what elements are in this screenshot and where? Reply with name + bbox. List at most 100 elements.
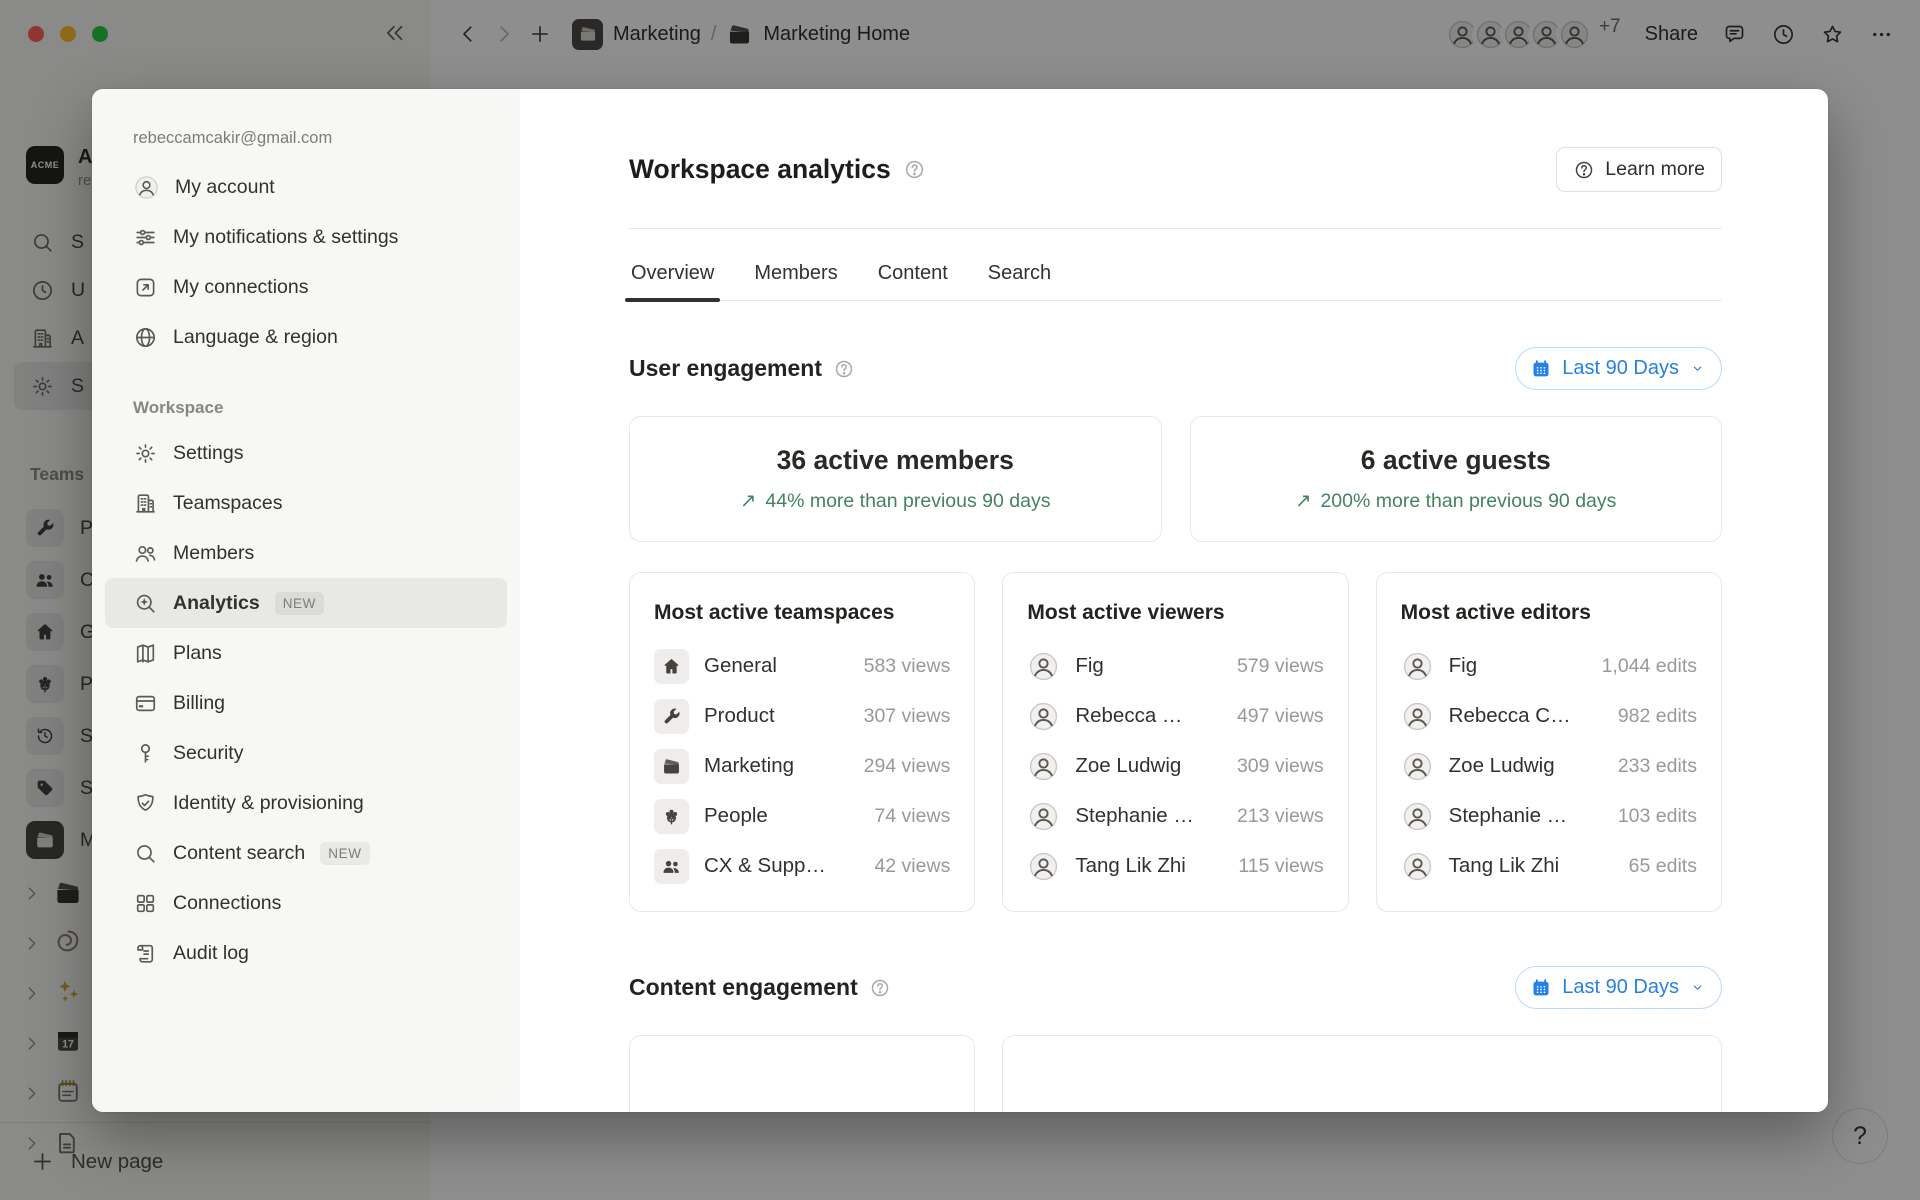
date-range-dropdown[interactable]: Last 90 Days: [1515, 347, 1722, 390]
settings-item-billing[interactable]: Billing: [105, 678, 507, 728]
board-title: Most active editors: [1401, 601, 1697, 625]
tab-overview[interactable]: Overview: [629, 249, 716, 300]
chevron-down-icon: [1689, 979, 1706, 996]
settings-item-notifications[interactable]: My notifications & settings: [105, 212, 507, 262]
row-value: 497 views: [1237, 705, 1324, 728]
divider: [629, 228, 1722, 229]
row-name: Product: [704, 704, 849, 728]
help-question-icon[interactable]: [833, 358, 855, 380]
wrench-icon: [654, 699, 689, 734]
search-icon: [133, 841, 158, 866]
table-row[interactable]: Tang Lik Zhi 65 edits: [1401, 841, 1697, 891]
settings-item-label: Connections: [173, 892, 281, 915]
credit-card-icon: [133, 691, 158, 716]
table-row[interactable]: Stephanie … 103 edits: [1401, 791, 1697, 841]
row-value: 213 views: [1237, 805, 1324, 828]
settings-item-label: Analytics: [173, 592, 260, 615]
people-icon: [133, 541, 158, 566]
table-row[interactable]: Tang Lik Zhi 115 views: [1027, 841, 1323, 891]
settings-item-teamspaces[interactable]: Teamspaces: [105, 478, 507, 528]
analytics-tabs: Overview Members Content Search: [629, 249, 1722, 301]
date-range-dropdown[interactable]: Last 90 Days: [1515, 966, 1722, 1009]
key-icon: [133, 741, 158, 766]
trend-up-icon: ↗: [740, 489, 756, 513]
new-badge: NEW: [320, 842, 369, 865]
settings-item-label: Plans: [173, 642, 222, 665]
grid-icon: [133, 891, 158, 916]
date-range-label: Last 90 Days: [1562, 976, 1679, 999]
row-value: 309 views: [1237, 755, 1324, 778]
user-engagement-title: User engagement: [629, 355, 822, 382]
table-row[interactable]: Stephanie … 213 views: [1027, 791, 1323, 841]
trend-up-icon: ↗: [1295, 489, 1311, 513]
most-active-viewers-card: Most active viewers Fig 579 views Rebecc…: [1002, 572, 1348, 912]
settings-item-label: Content search: [173, 842, 305, 865]
settings-item-plans[interactable]: Plans: [105, 628, 507, 678]
row-name: Fig: [1449, 654, 1587, 678]
row-name: Tang Lik Zhi: [1449, 854, 1614, 878]
help-question-icon[interactable]: [869, 977, 891, 999]
stat-delta-text: 44% more than previous 90 days: [765, 490, 1050, 513]
avatar: [1401, 750, 1434, 783]
settings-item-identity-provisioning[interactable]: Identity & provisioning: [105, 778, 507, 828]
avatar: [1027, 750, 1060, 783]
row-name: CX & Supp…: [704, 854, 859, 878]
sliders-icon: [133, 225, 158, 250]
settings-item-connections[interactable]: Connections: [105, 878, 507, 928]
table-row[interactable]: Rebecca C… 982 edits: [1401, 691, 1697, 741]
settings-item-language-region[interactable]: Language & region: [105, 312, 507, 362]
table-row[interactable]: Marketing 294 views: [654, 741, 950, 791]
content-engagement-title: Content engagement: [629, 974, 858, 1001]
page-title: Workspace analytics: [629, 154, 891, 185]
table-row[interactable]: Zoe Ludwig 233 edits: [1401, 741, 1697, 791]
tab-members[interactable]: Members: [752, 249, 839, 300]
settings-item-analytics[interactable]: Analytics NEW: [105, 578, 507, 628]
building-icon: [133, 491, 158, 516]
avatar: [1401, 800, 1434, 833]
most-active-teamspaces-card: Most active teamspaces General 583 views…: [629, 572, 975, 912]
avatar: [1401, 700, 1434, 733]
row-value: 74 views: [874, 805, 950, 828]
settings-item-label: Audit log: [173, 942, 249, 965]
learn-more-button[interactable]: Learn more: [1556, 147, 1722, 192]
magnifier-sparkle-icon: [133, 591, 158, 616]
settings-item-content-search[interactable]: Content search NEW: [105, 828, 507, 878]
house-icon: [654, 649, 689, 684]
tab-search[interactable]: Search: [986, 249, 1053, 300]
settings-item-my-connections[interactable]: My connections: [105, 262, 507, 312]
arrow-up-right-square-icon: [133, 275, 158, 300]
active-guests-card: 6 active guests ↗ 200% more than previou…: [1190, 416, 1723, 542]
table-row[interactable]: Zoe Ludwig 309 views: [1027, 741, 1323, 791]
row-name: Marketing: [704, 754, 849, 778]
row-value: 982 edits: [1618, 705, 1697, 728]
settings-item-label: Billing: [173, 692, 225, 715]
active-members-card: 36 active members ↗ 44% more than previo…: [629, 416, 1162, 542]
settings-item-label: Members: [173, 542, 254, 565]
avatar: [1027, 850, 1060, 883]
table-row[interactable]: Fig 579 views: [1027, 641, 1323, 691]
settings-item-audit-log[interactable]: Audit log: [105, 928, 507, 978]
table-row[interactable]: Rebecca … 497 views: [1027, 691, 1323, 741]
table-row[interactable]: People 74 views: [654, 791, 950, 841]
help-question-icon[interactable]: [903, 158, 926, 181]
settings-item-security[interactable]: Security: [105, 728, 507, 778]
table-row[interactable]: Fig 1,044 edits: [1401, 641, 1697, 691]
table-row[interactable]: Product 307 views: [654, 691, 950, 741]
settings-item-label: My connections: [173, 276, 308, 299]
settings-item-members[interactable]: Members: [105, 528, 507, 578]
row-name: Fig: [1075, 654, 1222, 678]
globe-icon: [133, 325, 158, 350]
people-icon: [654, 849, 689, 884]
scroll-icon: [133, 941, 158, 966]
settings-item-settings[interactable]: Settings: [105, 428, 507, 478]
settings-item-my-account[interactable]: My account: [105, 162, 507, 212]
tab-content[interactable]: Content: [876, 249, 950, 300]
user-avatar: [133, 174, 160, 201]
table-row[interactable]: CX & Supp… 42 views: [654, 841, 950, 891]
new-badge: NEW: [275, 592, 324, 615]
table-row[interactable]: General 583 views: [654, 641, 950, 691]
row-name: Rebecca C…: [1449, 704, 1603, 728]
avatar: [1027, 800, 1060, 833]
settings-item-label: My account: [175, 176, 275, 199]
row-name: General: [704, 654, 849, 678]
